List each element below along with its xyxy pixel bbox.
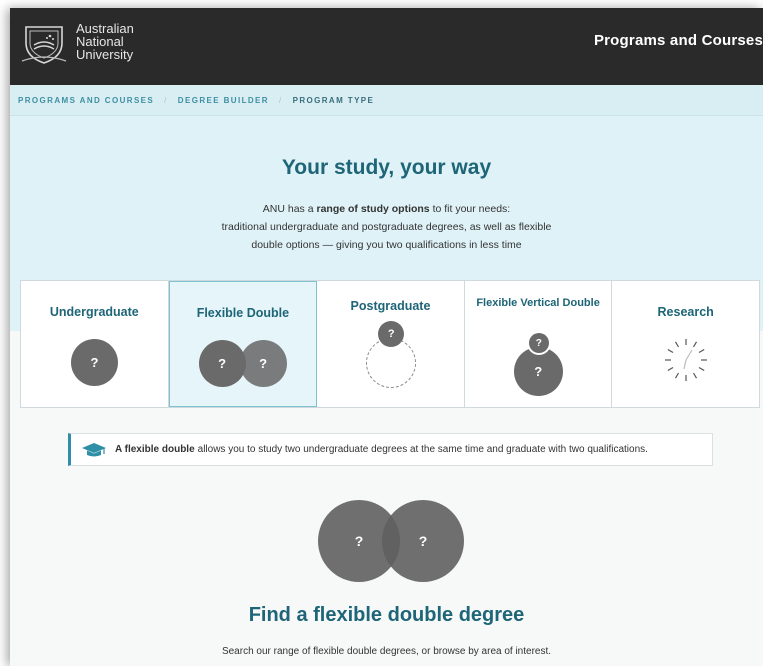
info-bold-text: A flexible double: [115, 444, 195, 455]
small-circle-icon: ?: [528, 333, 549, 353]
breadcrumb: PROGRAMS AND COURSES / DEGREE BUILDER / …: [10, 85, 763, 116]
breadcrumb-separator: /: [278, 95, 283, 105]
anu-crest-icon[interactable]: [20, 23, 68, 65]
graduation-cap-icon: [82, 442, 106, 456]
option-card-flexible-vertical-double[interactable]: Flexible Vertical Double ? ?: [465, 281, 613, 407]
find-section-title: Find a flexible double degree: [248, 604, 525, 626]
intro-text: ANU has a range of study options to fit …: [10, 200, 763, 254]
intro-line: double options — giving you two qualific…: [251, 239, 522, 251]
site-header: Australian National University Programs …: [10, 8, 763, 85]
undergraduate-circle-icon: ?: [71, 339, 118, 386]
option-card-flexible-double[interactable]: Flexible Double ? ?: [168, 281, 318, 407]
intro-suffix: to fit your needs:: [429, 203, 511, 215]
venn-right-circle: ?: [382, 500, 464, 582]
option-label: Research: [657, 305, 714, 319]
large-circle-icon: ?: [513, 347, 563, 396]
breadcrumb-current: PROGRAM TYPE: [292, 95, 375, 105]
page-title: Your study, your way: [281, 156, 492, 179]
intro-prefix: ANU has a: [262, 203, 317, 215]
breadcrumb-separator: /: [164, 95, 168, 105]
intro-line: traditional undergraduate and postgradua…: [221, 221, 552, 233]
program-type-options: Undergraduate ? Flexible Double ? ? Post…: [20, 280, 760, 408]
find-section-subtitle: Search our range of flexible double degr…: [221, 646, 552, 657]
double-circle-left-icon: ?: [198, 340, 246, 387]
option-label: Undergraduate: [49, 305, 139, 319]
option-label: Flexible Double: [196, 306, 290, 320]
page-frame: Australian National University Programs …: [10, 8, 763, 666]
option-card-research[interactable]: Research: [612, 281, 759, 407]
logo-line: University: [76, 47, 134, 62]
site-title-link[interactable]: Programs and Courses: [594, 32, 763, 49]
double-circle-right-icon: ?: [239, 340, 287, 387]
university-name[interactable]: Australian National University: [76, 22, 134, 61]
postgraduate-circle-icon: ?: [378, 321, 405, 347]
intro-bold: range of study options: [316, 203, 430, 215]
research-radial-icon: [665, 339, 708, 381]
info-banner: A flexible double allows you to study tw…: [68, 433, 713, 466]
option-label: Postgraduate: [350, 299, 431, 313]
breadcrumb-link-programs[interactable]: PROGRAMS AND COURSES: [18, 96, 154, 105]
option-card-undergraduate[interactable]: Undergraduate ?: [21, 281, 169, 407]
breadcrumb-link-degree-builder[interactable]: DEGREE BUILDER: [178, 96, 269, 105]
option-label: Flexible Vertical Double: [476, 297, 600, 309]
option-card-postgraduate[interactable]: Postgraduate ?: [317, 281, 465, 407]
info-text: allows you to study two undergraduate de…: [197, 444, 648, 455]
intro-line: ANU has a range of study options to fit …: [10, 200, 763, 218]
